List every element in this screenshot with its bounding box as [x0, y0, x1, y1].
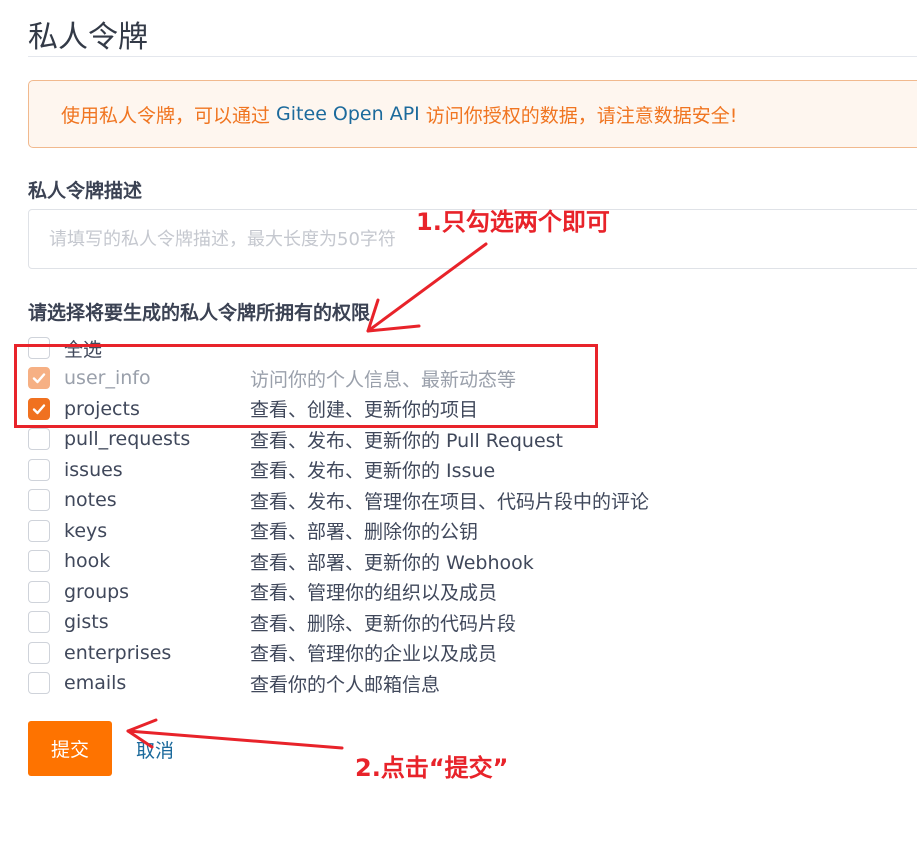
- permission-checkbox-notes[interactable]: [28, 489, 50, 511]
- permission-name: notes: [64, 489, 117, 511]
- permission-name: gists: [64, 611, 109, 633]
- permission-row-hook[interactable]: hook 查看、部署、更新你的 Webhook: [28, 546, 728, 576]
- permission-description: 查看、删除、更新你的代码片段: [250, 612, 517, 635]
- permission-description: 查看、管理你的企业以及成员: [250, 643, 498, 665]
- permission-description: 查看、发布、更新你的 Issue: [250, 460, 496, 482]
- permission-name: emails: [64, 672, 127, 694]
- permission-row-gists[interactable]: gists 查看、删除、更新你的代码片段: [28, 607, 728, 637]
- permission-name: keys: [64, 519, 108, 542]
- annotation-note-1: 1.只勾选两个即可: [416, 208, 610, 236]
- permission-row-issues[interactable]: issues 查看、发布、更新你的 Issue: [28, 455, 728, 485]
- permission-checkbox-issues[interactable]: [28, 458, 50, 481]
- permission-description: 查看、部署、删除你的公钥: [250, 521, 479, 543]
- permission-checkbox-hook[interactable]: [28, 550, 50, 572]
- permission-name: issues: [64, 458, 123, 481]
- annotation-arrow-1-head: [366, 298, 421, 333]
- permission-checkbox-emails[interactable]: [28, 672, 50, 694]
- permission-checkbox-gists[interactable]: [28, 611, 50, 633]
- permission-name: enterprises: [64, 641, 172, 664]
- description-label: 私人令牌描述: [28, 180, 143, 202]
- permission-name: pull_requests: [64, 428, 191, 450]
- permission-row-enterprises[interactable]: enterprises 查看、管理你的企业以及成员: [28, 638, 728, 668]
- permission-row-pull-requests[interactable]: pull_requests 查看、发布、更新你的 Pull Request: [28, 424, 728, 454]
- permission-row-groups[interactable]: groups 查看、管理你的组织以及成员: [28, 577, 728, 607]
- permission-checkbox-keys[interactable]: [28, 519, 50, 542]
- permission-row-keys[interactable]: keys 查看、部署、删除你的公钥: [28, 516, 728, 546]
- permission-description: 查看、管理你的组织以及成员: [250, 582, 498, 604]
- page-title: 私人令牌: [28, 20, 148, 55]
- permission-description: 查看、发布、管理你在项目、代码片段中的评论: [250, 490, 650, 513]
- permission-row-emails[interactable]: emails 查看你的个人邮箱信息: [28, 668, 728, 698]
- permission-row-notes[interactable]: notes 查看、发布、管理你在项目、代码片段中的评论: [28, 485, 728, 515]
- permission-checkbox-groups[interactable]: [28, 580, 50, 603]
- security-alert: 使用私人令牌，可以通过 Gitee Open API 访问你授权的数据，请注意数…: [28, 80, 917, 148]
- annotation-highlight-box: [14, 344, 598, 428]
- permissions-label: 请选择将要生成的私人令牌所拥有的权限: [28, 302, 371, 324]
- annotation-note-2: 2.点击“提交”: [355, 754, 509, 782]
- permission-name: groups: [64, 580, 130, 603]
- permission-checkbox-pull-requests[interactable]: [28, 428, 50, 450]
- permission-description: 查看、部署、更新你的 Webhook: [250, 551, 534, 574]
- submit-button[interactable]: 提交: [28, 721, 112, 776]
- permission-name: hook: [64, 550, 111, 572]
- alert-text-suffix: 访问你授权的数据，请注意数据安全!: [419, 104, 738, 127]
- alert-api-link[interactable]: Gitee Open API: [276, 103, 420, 125]
- permission-description: 查看你的个人邮箱信息: [250, 673, 441, 696]
- permission-description: 查看、发布、更新你的 Pull Request: [250, 429, 563, 452]
- title-divider: [28, 56, 917, 57]
- cancel-link[interactable]: 取消: [136, 736, 174, 763]
- alert-text-prefix: 使用私人令牌，可以通过: [61, 104, 277, 127]
- permission-checkbox-enterprises[interactable]: [28, 641, 50, 664]
